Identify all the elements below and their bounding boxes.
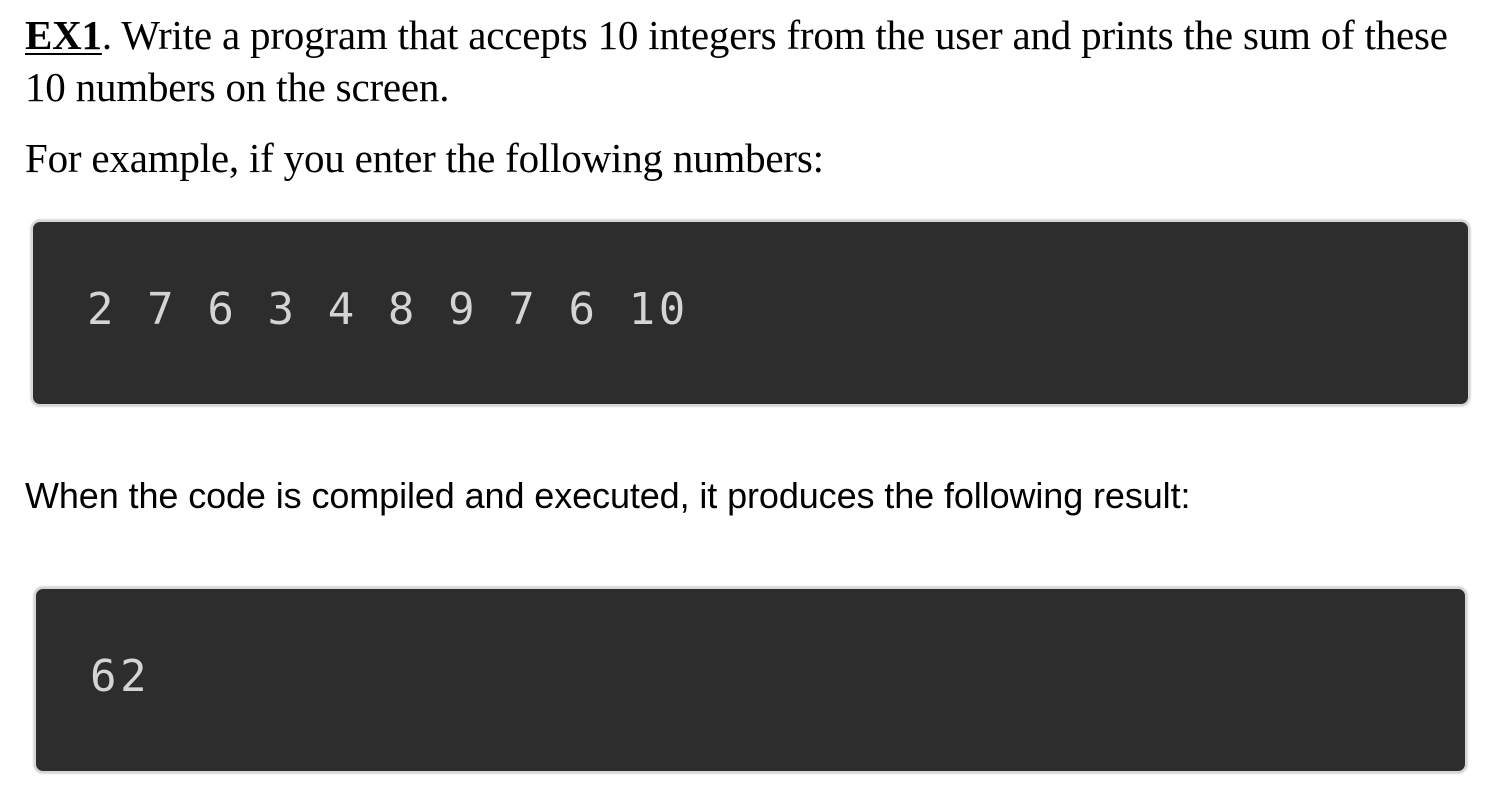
output-example-console: 62 bbox=[34, 587, 1467, 773]
output-example-result: 62 bbox=[90, 651, 151, 702]
exercise-text: Write a program that accepts 10 integers… bbox=[25, 12, 1448, 110]
input-example-numbers: 2 7 6 3 4 8 9 7 6 10 bbox=[87, 284, 689, 335]
exercise-statement: EX1. Write a program that accepts 10 int… bbox=[25, 9, 1465, 113]
example-intro-text: For example, if you enter the following … bbox=[25, 135, 824, 181]
exercise-label-separator: . bbox=[101, 12, 112, 58]
result-intro-text: When the code is compiled and executed, … bbox=[25, 475, 1191, 516]
input-example-console: 2 7 6 3 4 8 9 7 6 10 bbox=[31, 220, 1470, 406]
exercise-label: EX1 bbox=[25, 12, 102, 58]
